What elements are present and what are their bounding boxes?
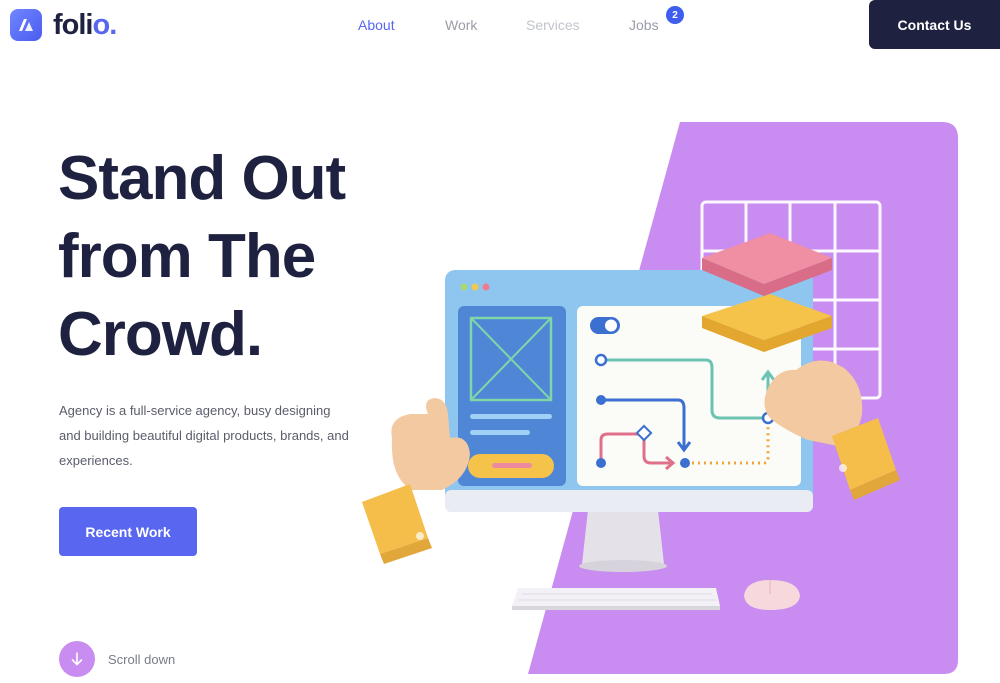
hero-title: Stand Out from The Crowd. (58, 140, 388, 374)
arrow-down-icon[interactable] (59, 641, 95, 677)
scroll-down[interactable]: Scroll down (59, 641, 175, 677)
recent-work-button[interactable]: Recent Work (59, 507, 197, 556)
nav-link-work[interactable]: Work (445, 17, 477, 33)
hero-title-line-2: from The (58, 222, 316, 291)
nav-link-services[interactable]: Services (526, 17, 580, 33)
keyboard (512, 588, 720, 606)
hero-illustration (350, 118, 970, 678)
scroll-down-label: Scroll down (108, 651, 176, 667)
main-nav: About Work Services Jobs (0, 17, 1000, 37)
jobs-count-badge: 2 (666, 6, 684, 24)
mouse (744, 580, 800, 610)
hero-title-line-3: Crowd. (58, 300, 263, 369)
nav-link-jobs[interactable]: Jobs (629, 17, 659, 33)
hero-title-line-1: Stand Out (58, 144, 346, 213)
nav-link-about[interactable]: About (358, 17, 395, 33)
hero-description: Agency is a full-service agency, busy de… (59, 403, 349, 468)
contact-us-button[interactable]: Contact Us (869, 0, 1000, 49)
